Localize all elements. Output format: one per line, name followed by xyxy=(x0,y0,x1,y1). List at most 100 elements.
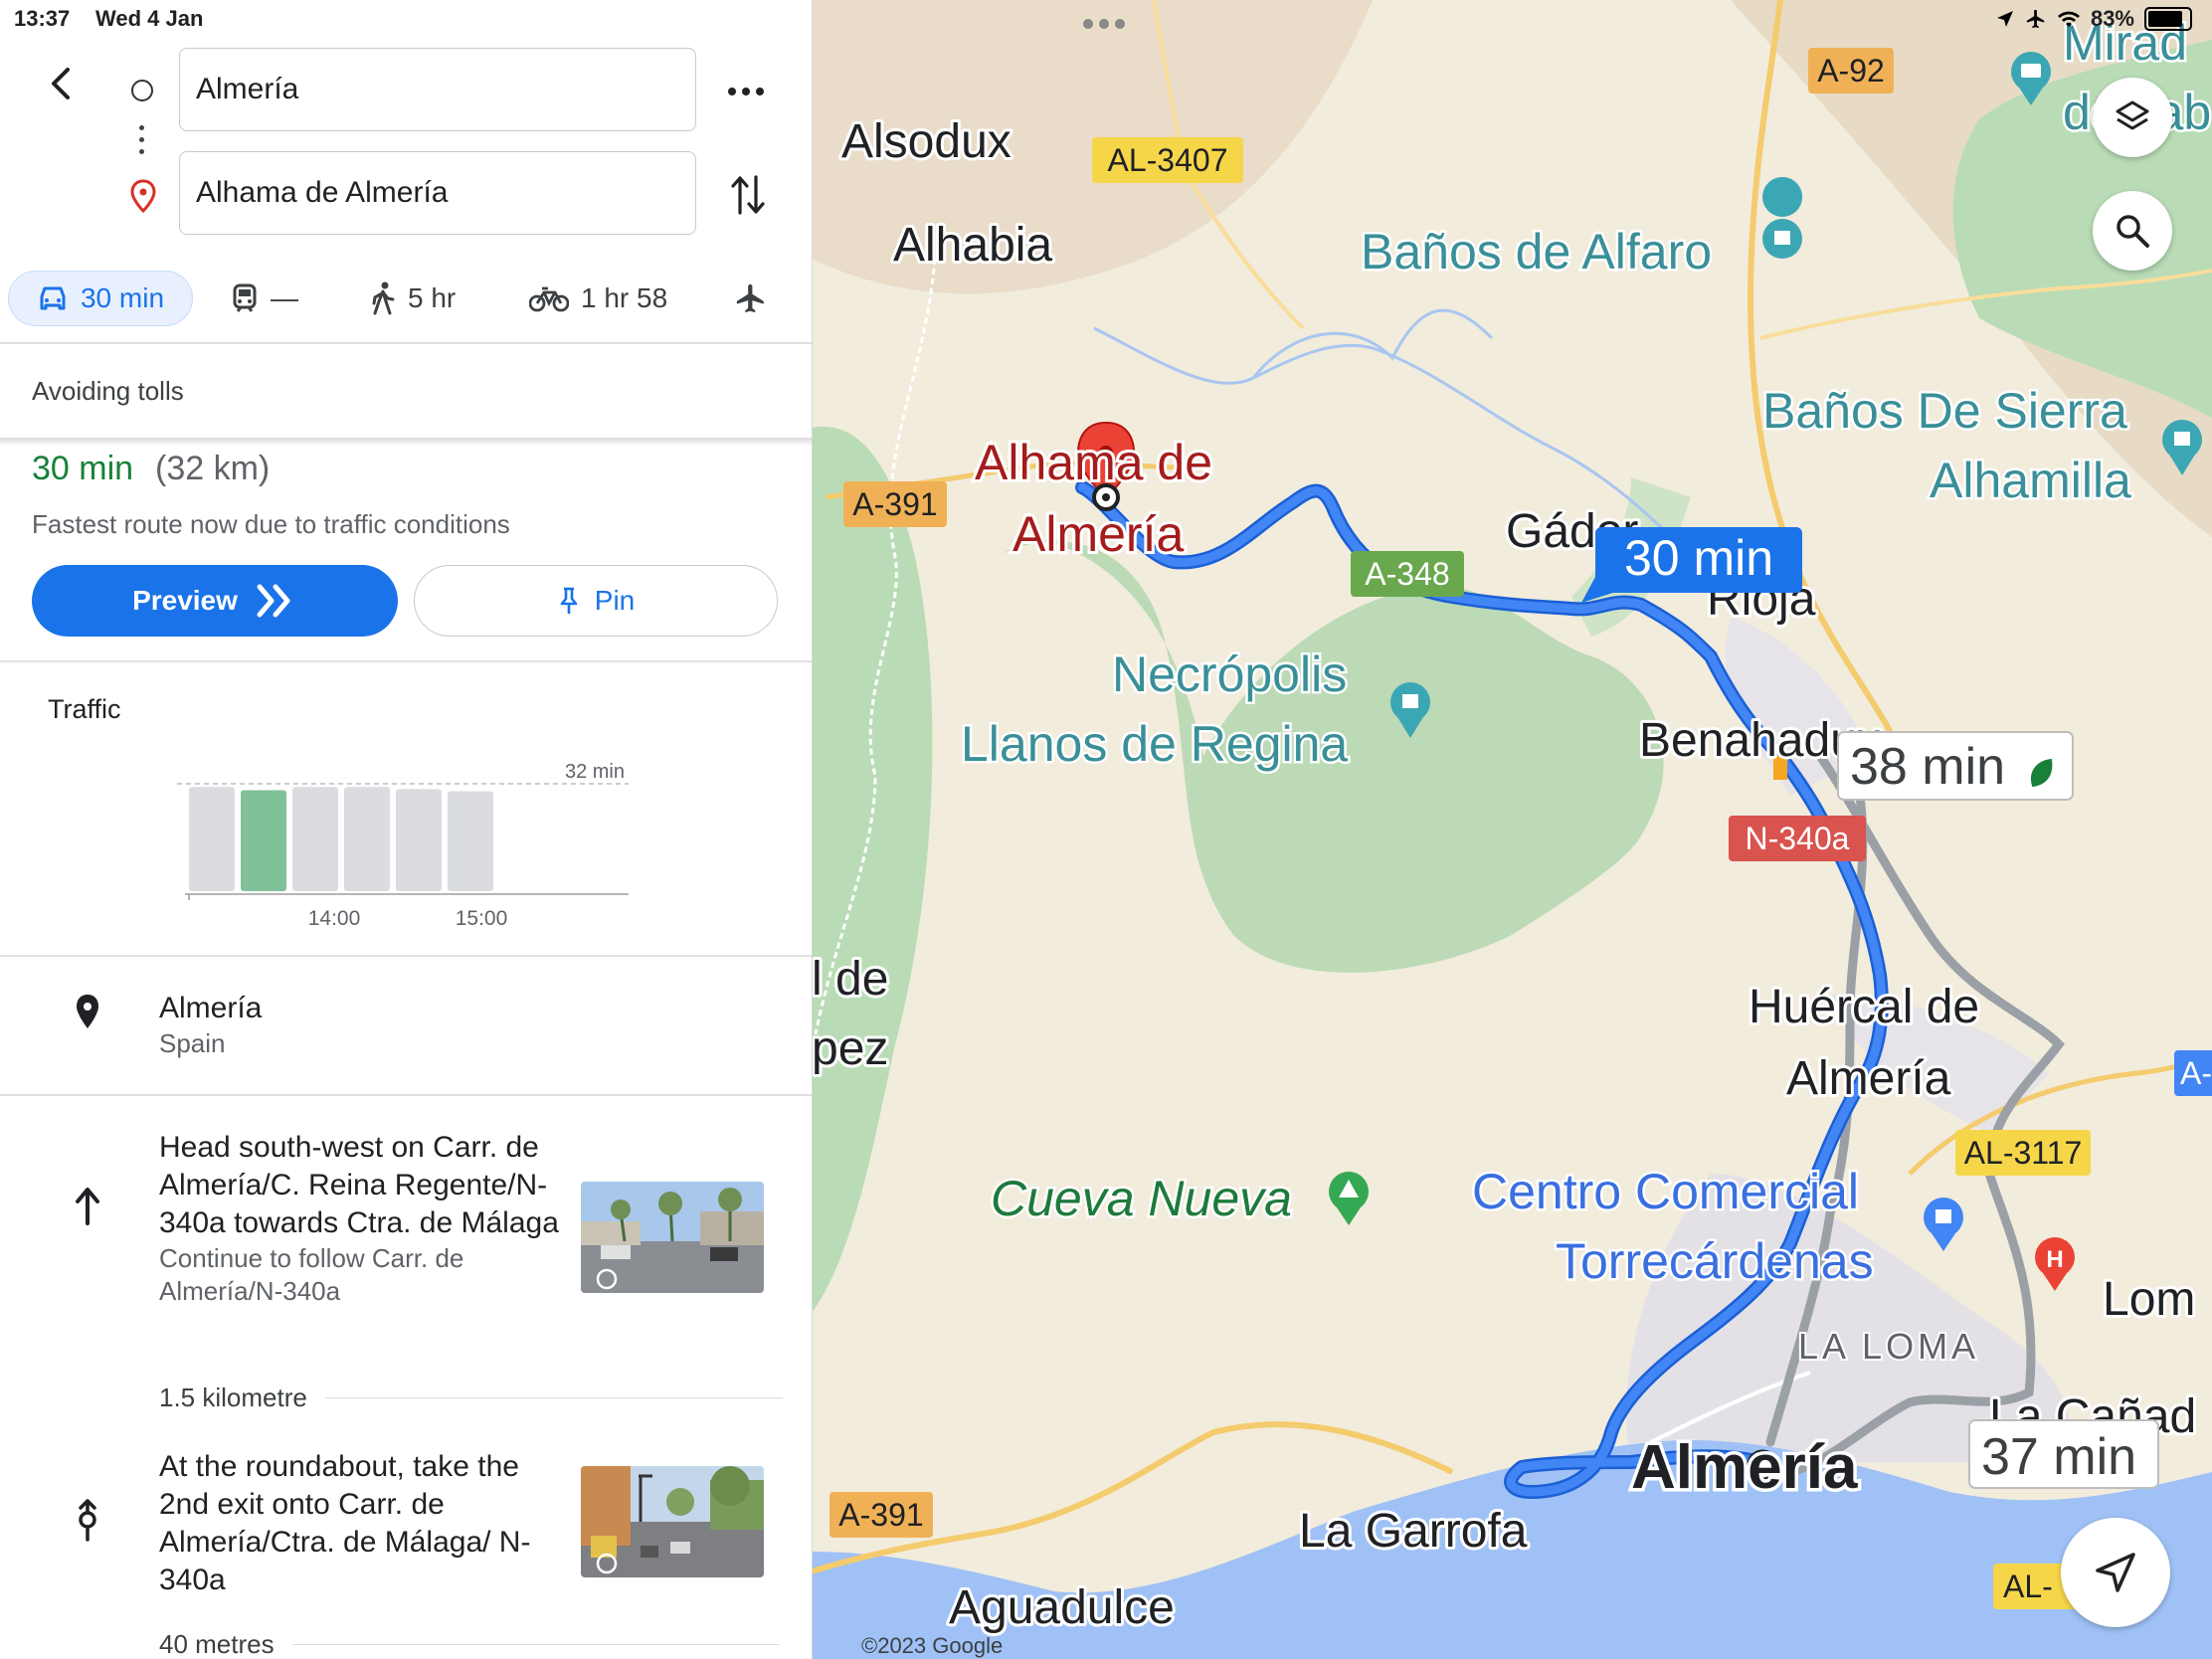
airplane-icon xyxy=(736,283,764,313)
more-options-icon[interactable] xyxy=(726,80,766,103)
pin-icon xyxy=(560,587,578,614)
navigate-button[interactable] xyxy=(2061,1518,2170,1627)
route-options-label[interactable]: Avoiding tolls xyxy=(32,376,184,407)
directions-panel: Almería Alhama de Almería 30 min — 5 hr … xyxy=(0,0,813,1659)
traffic-bar[interactable] xyxy=(241,790,286,891)
traffic-bar[interactable] xyxy=(396,789,442,891)
search-button[interactable] xyxy=(2093,191,2172,271)
preview-label: Preview xyxy=(132,585,238,616)
roundabout-icon xyxy=(79,1499,96,1542)
tab-transit[interactable]: — xyxy=(231,271,298,326)
transit-time: — xyxy=(271,282,298,313)
svg-text:30 min: 30 min xyxy=(1624,530,1773,586)
place-label: La Garrofa xyxy=(1299,1505,1528,1558)
tab-flight[interactable] xyxy=(734,271,768,326)
place-label: Alhabia xyxy=(893,219,1052,272)
place-label: Alsodux xyxy=(841,115,1012,168)
drive-time: 30 min xyxy=(80,282,165,313)
pin-button[interactable]: Pin xyxy=(414,565,778,637)
svg-text:A-348: A-348 xyxy=(1365,556,1449,592)
car-icon xyxy=(40,286,66,310)
straight-arrow-icon xyxy=(76,1188,99,1225)
step-distance-label: 40 metres xyxy=(159,1629,275,1659)
back-arrow-icon[interactable] xyxy=(40,62,84,105)
map-copyright: ©2023 Google xyxy=(861,1633,1004,1658)
road-shield: A-391 xyxy=(830,1492,933,1538)
svg-text:AL-3407: AL-3407 xyxy=(1108,142,1228,178)
traffic-max-label: 32 min xyxy=(565,761,625,783)
poi-label: Necrópolis xyxy=(1112,646,1347,702)
destination-input[interactable]: Alhama de Almería xyxy=(179,151,696,235)
place-label: pez xyxy=(812,1022,888,1075)
tab-walk[interactable]: 5 hr xyxy=(370,271,456,326)
place-label: Almería xyxy=(1786,1052,1951,1105)
status-time: 13:37 xyxy=(14,6,71,31)
step-distance: 1.5 kilometre xyxy=(159,1382,783,1413)
tab-cycle[interactable]: 1 hr 58 xyxy=(529,271,667,326)
street-view-thumbnail[interactable] xyxy=(581,1182,764,1293)
travel-mode-tabs: 30 min — 5 hr 1 hr 58 xyxy=(0,261,812,340)
airplane-mode-icon xyxy=(2026,9,2045,29)
road-shield: A- xyxy=(2174,1050,2212,1096)
preview-button[interactable]: Preview xyxy=(32,565,398,637)
step-subtext: Continue to follow Carr. de Almería/N-34… xyxy=(159,1243,464,1306)
svg-text:A-92: A-92 xyxy=(1817,53,1885,89)
road-shield: A-92 xyxy=(1808,48,1894,93)
start-location: Almería Spain xyxy=(159,990,262,1060)
place-label: Aguadulce xyxy=(949,1581,1175,1634)
wifi-icon xyxy=(2057,11,2080,27)
divider xyxy=(291,1643,780,1646)
route-time-callout[interactable]: 30 min xyxy=(1581,527,1802,603)
layers-icon xyxy=(2116,100,2149,130)
pin-label: Pin xyxy=(594,585,636,616)
layers-button[interactable] xyxy=(2093,78,2172,157)
route-time-callout[interactable]: 38 min xyxy=(1837,731,2074,801)
svg-text:A-391: A-391 xyxy=(838,1497,923,1533)
road-shield: N-340a xyxy=(1729,816,1866,861)
route-time-callout[interactable]: 37 min xyxy=(1968,1419,2159,1489)
bicycle-icon xyxy=(529,286,569,312)
traffic-bar[interactable] xyxy=(189,787,235,891)
road-shield: AL-3407 xyxy=(1092,137,1243,183)
step-text: At the roundabout, take the 2nd exit ont… xyxy=(159,1450,531,1596)
step-distance: 40 metres xyxy=(159,1629,780,1659)
poi-label: Llanos de Regina xyxy=(961,716,1348,772)
step-instruction[interactable]: At the roundabout, take the 2nd exit ont… xyxy=(159,1448,567,1599)
origin-circle-icon xyxy=(131,80,153,101)
traffic-chart: 32 min 14:00 15:00 xyxy=(177,761,629,930)
traffic-bar[interactable] xyxy=(448,791,493,891)
traffic-title: Traffic xyxy=(48,694,121,724)
poi-label: Alhamilla xyxy=(1930,453,2131,508)
district-label: LA LOMA xyxy=(1798,1326,1979,1367)
svg-text:37 min: 37 min xyxy=(1981,1428,2136,1486)
svg-text:N-340a: N-340a xyxy=(1746,821,1850,856)
divider xyxy=(324,1396,783,1399)
tab-drive[interactable]: 30 min xyxy=(8,271,193,326)
status-date: Wed 4 Jan xyxy=(95,6,204,31)
walk-time: 5 hr xyxy=(408,282,457,313)
cycle-time: 1 hr 58 xyxy=(581,282,668,313)
step-distance-label: 1.5 kilometre xyxy=(159,1382,307,1412)
place-label: Huércal de xyxy=(1749,981,1979,1033)
location-pin-icon xyxy=(77,995,98,1028)
step-instruction[interactable]: Head south-west on Carr. de Almería/C. R… xyxy=(159,1129,567,1308)
traffic-bar[interactable] xyxy=(292,787,338,891)
map-view[interactable]: Alsodux Alhabia Gádor Rioja Benahadux Hu… xyxy=(812,0,2212,1659)
route-dots-icon xyxy=(139,125,145,161)
swap-direction-icon[interactable] xyxy=(730,173,766,217)
destination-label: Alhama de xyxy=(975,435,1212,490)
search-icon xyxy=(2117,215,2149,248)
poi-label: Cueva Nueva xyxy=(991,1171,1292,1226)
step-text: Head south-west on Carr. de Almería/C. R… xyxy=(159,1131,559,1239)
origin-input[interactable]: Almería xyxy=(179,48,696,131)
traffic-tick-label: 14:00 xyxy=(308,907,361,930)
divider xyxy=(0,438,812,446)
traffic-bar[interactable] xyxy=(344,787,390,891)
destination-label: Almería xyxy=(1013,506,1184,562)
poi-label: Centro Comercial xyxy=(1472,1164,1859,1219)
poi-label: Baños De Sierra xyxy=(1762,383,2127,439)
divider xyxy=(0,342,812,344)
start-name: Almería xyxy=(159,992,263,1024)
navigation-arrow-icon xyxy=(2096,1553,2135,1592)
street-view-thumbnail[interactable] xyxy=(581,1466,764,1577)
